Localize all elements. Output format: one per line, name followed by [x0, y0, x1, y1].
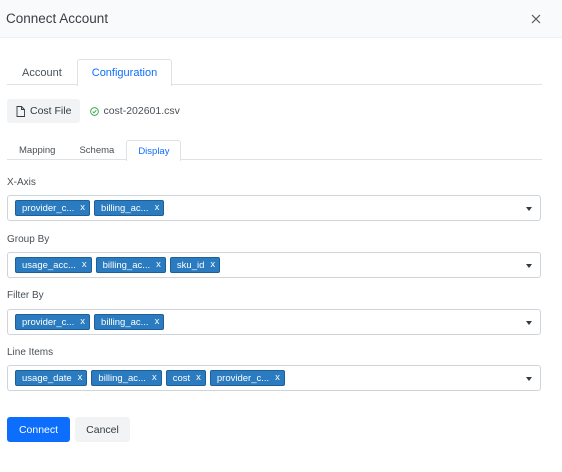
remove-chip-button[interactable]: x — [80, 203, 85, 213]
chip-label: billing_ac... — [98, 372, 146, 384]
cancel-button[interactable]: Cancel — [75, 417, 130, 442]
tab-mapping[interactable]: Mapping — [7, 140, 67, 160]
selected-chip: cost x — [165, 370, 206, 386]
remove-chip-button[interactable]: x — [78, 373, 83, 383]
filename: cost-202601.csv — [103, 105, 180, 117]
chip-label: cost — [172, 372, 191, 384]
line-items-label: Line Items — [7, 347, 54, 358]
filter-by-label: Filter By — [7, 290, 44, 301]
close-button[interactable] — [528, 11, 544, 27]
chip-label: usage_date — [22, 372, 72, 384]
caret-down-icon[interactable] — [526, 207, 532, 211]
selected-chip: provider_c... x — [15, 314, 91, 330]
selected-chip: usage_acc... x — [15, 257, 92, 273]
remove-chip-button[interactable]: x — [82, 260, 87, 270]
tab-account[interactable]: Account — [7, 59, 77, 85]
caret-down-icon[interactable] — [526, 321, 532, 325]
selected-chip: usage_date x — [15, 370, 88, 386]
cost-file-button[interactable]: Cost File — [7, 99, 81, 123]
group-by-select[interactable]: usage_acc... x billing_ac... x sku_id x — [7, 252, 541, 278]
group-by-label: Group By — [7, 234, 50, 245]
selected-chip: provider_c... x — [15, 200, 91, 216]
chip-label: provider_c... — [216, 372, 270, 384]
selected-chip: billing_ac... x — [94, 314, 165, 330]
caret-down-icon[interactable] — [526, 377, 532, 381]
x-axis-chips: provider_c... x billing_ac... x — [15, 200, 165, 216]
tab-schema[interactable]: Schema — [67, 140, 126, 160]
remove-chip-button[interactable]: x — [210, 260, 215, 270]
cost-file-label: Cost File — [30, 105, 72, 117]
x-axis-select[interactable]: provider_c... x billing_ac... x — [7, 195, 541, 221]
main-tabs: Account Configuration — [7, 59, 542, 86]
file-status: cost-202601.csv — [90, 105, 180, 117]
filter-by-chips: provider_c... x billing_ac... x — [15, 314, 165, 330]
remove-chip-button[interactable]: x — [196, 373, 201, 383]
selected-chip: billing_ac... x — [95, 257, 166, 273]
remove-chip-button[interactable]: x — [80, 317, 85, 327]
tab-configuration[interactable]: Configuration — [76, 59, 173, 86]
selected-chip: sku_id x — [169, 257, 221, 273]
chip-label: provider_c... — [22, 316, 75, 328]
chip-label: provider_c... — [22, 202, 75, 214]
modal-header: Connect Account — [0, 0, 562, 38]
line-items-select[interactable]: usage_date x billing_ac... x cost x provide… — [7, 365, 541, 391]
remove-chip-button[interactable]: x — [156, 260, 161, 270]
modal-title: Connect Account — [6, 11, 109, 26]
caret-down-icon[interactable] — [526, 264, 532, 268]
x-axis-label: X-Axis — [7, 177, 36, 188]
selected-chip: provider_c... x — [209, 370, 285, 386]
file-icon — [16, 105, 25, 117]
close-icon — [531, 14, 541, 23]
sub-tabs: Mapping Schema Display — [7, 140, 542, 161]
line-items-chips: usage_date x billing_ac... x cost x provide… — [15, 370, 285, 386]
connect-account-modal: Connect Account Account Configuration Co… — [0, 0, 562, 472]
selected-chip: billing_ac... x — [94, 200, 165, 216]
chip-label: billing_ac... — [101, 202, 149, 214]
selected-chip: billing_ac... x — [91, 370, 162, 386]
chip-label: billing_ac... — [101, 316, 149, 328]
check-circle-icon — [90, 106, 100, 116]
connect-button[interactable]: Connect — [7, 417, 70, 442]
remove-chip-button[interactable]: x — [152, 373, 157, 383]
group-by-chips: usage_acc... x billing_ac... x sku_id x — [15, 257, 221, 273]
remove-chip-button[interactable]: x — [155, 203, 160, 213]
file-row: Cost File cost-202601.csv — [7, 99, 180, 123]
chip-label: sku_id — [176, 259, 205, 271]
remove-chip-button[interactable]: x — [275, 373, 280, 383]
filter-by-select[interactable]: provider_c... x billing_ac... x — [7, 309, 541, 335]
chip-label: billing_ac... — [102, 259, 151, 271]
remove-chip-button[interactable]: x — [155, 317, 160, 327]
tab-display[interactable]: Display — [126, 140, 182, 161]
chip-label: usage_acc... — [22, 259, 76, 271]
